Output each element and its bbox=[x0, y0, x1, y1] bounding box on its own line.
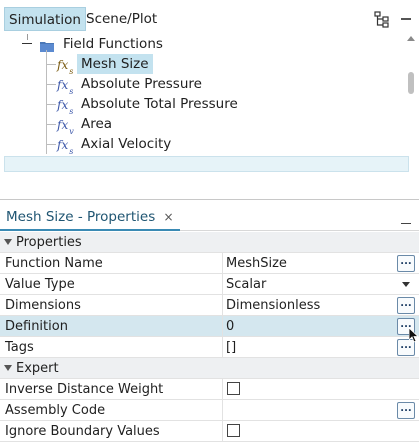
property-row-definition[interactable]: Definition 0 ... bbox=[0, 316, 419, 337]
tree-connector-icon bbox=[27, 34, 28, 40]
minimize-button[interactable] bbox=[398, 8, 414, 28]
tab-simulation[interactable]: Simulation bbox=[4, 7, 86, 31]
tree-scrollbar[interactable] bbox=[405, 34, 417, 156]
column-divider bbox=[222, 295, 223, 316]
column-divider bbox=[222, 316, 223, 337]
ellipsis-button[interactable]: ... bbox=[397, 402, 415, 419]
folder-label: Field Functions bbox=[63, 36, 163, 52]
tree-item-label: Absolute Total Pressure bbox=[81, 96, 238, 112]
column-divider bbox=[222, 379, 223, 400]
property-value[interactable]: 0 bbox=[226, 316, 234, 337]
tree-item-label: Axial Velocity bbox=[81, 136, 172, 152]
collapse-icon[interactable] bbox=[22, 43, 32, 44]
tree-item-label: Absolute Pressure bbox=[81, 76, 202, 92]
property-row-inverse-distance-weight[interactable]: Inverse Distance Weight bbox=[0, 379, 419, 400]
property-row-function-name[interactable]: Function Name MeshSize ... bbox=[0, 253, 419, 274]
property-value[interactable]: MeshSize bbox=[226, 253, 287, 274]
inverse-distance-weight-checkbox[interactable] bbox=[227, 382, 240, 395]
section-properties[interactable]: Properties bbox=[0, 232, 419, 253]
properties-tab-title: Mesh Size - Properties bbox=[6, 209, 156, 225]
property-name: Definition bbox=[5, 319, 68, 334]
column-divider bbox=[222, 421, 223, 442]
collapse-caret-icon[interactable] bbox=[4, 365, 12, 371]
ellipsis-button[interactable]: ... bbox=[397, 297, 415, 314]
simulation-panel: Simulation Scene/Plot Field Functions fx… bbox=[0, 0, 419, 200]
chevron-down-icon[interactable] bbox=[402, 282, 410, 287]
property-row-tags[interactable]: Tags [] ... bbox=[0, 337, 419, 358]
tree-branch-line bbox=[46, 84, 56, 85]
field-function-scalar-icon: fxs bbox=[57, 138, 74, 154]
properties-header: Mesh Size - Properties × bbox=[0, 205, 419, 231]
ignore-boundary-values-checkbox[interactable] bbox=[227, 424, 240, 437]
tree-item-label: Area bbox=[81, 116, 113, 132]
tree-item-area[interactable]: fxv Area bbox=[0, 114, 400, 136]
property-value-select[interactable]: Scalar bbox=[226, 274, 266, 295]
close-icon[interactable]: × bbox=[164, 210, 174, 224]
tree-item-mesh-size[interactable]: fxs Mesh Size bbox=[0, 54, 400, 76]
tab-scene-plot[interactable]: Scene/Plot bbox=[82, 7, 161, 31]
property-row-assembly-code[interactable]: Assembly Code ... bbox=[0, 400, 419, 421]
property-name: Tags bbox=[5, 340, 34, 355]
tree-view-icon[interactable] bbox=[373, 10, 391, 28]
simulation-tree: Field Functions fxs Mesh Size fxs Absolu… bbox=[0, 34, 405, 154]
column-divider bbox=[222, 274, 223, 295]
section-title: Expert bbox=[16, 361, 59, 376]
tree-folder-field-functions[interactable]: Field Functions bbox=[0, 34, 400, 54]
section-header: Expert bbox=[4, 358, 59, 379]
tree-branch-line bbox=[46, 144, 56, 145]
tree-item-label: Mesh Size bbox=[77, 54, 153, 74]
properties-minimize-button[interactable] bbox=[398, 213, 414, 229]
tab-mesh-size-properties[interactable]: Mesh Size - Properties × bbox=[0, 205, 180, 231]
property-name: Value Type bbox=[5, 277, 75, 292]
property-name: Assembly Code bbox=[5, 403, 106, 418]
collapse-caret-icon[interactable] bbox=[4, 239, 12, 245]
panel-tabs: Simulation Scene/Plot bbox=[0, 0, 419, 36]
section-expert[interactable]: Expert bbox=[0, 358, 419, 379]
property-name: Function Name bbox=[5, 256, 103, 271]
property-row-value-type[interactable]: Value Type Scalar bbox=[0, 274, 419, 295]
ellipsis-button[interactable]: ... bbox=[397, 255, 415, 272]
tree-item-absolute-pressure[interactable]: fxs Absolute Pressure bbox=[0, 74, 400, 96]
column-divider bbox=[222, 253, 223, 274]
mouse-cursor-icon bbox=[408, 327, 419, 348]
column-divider bbox=[222, 400, 223, 421]
property-row-ignore-boundary-values[interactable]: Ignore Boundary Values bbox=[0, 421, 419, 442]
property-name: Dimensions bbox=[5, 298, 81, 313]
property-name: Ignore Boundary Values bbox=[5, 424, 160, 439]
property-row-dimensions[interactable]: Dimensions Dimensionless ... bbox=[0, 295, 419, 316]
section-title: Properties bbox=[16, 235, 82, 250]
property-name: Inverse Distance Weight bbox=[5, 382, 164, 397]
section-header: Properties bbox=[4, 232, 82, 253]
tree-branch-line bbox=[46, 124, 56, 125]
tree-branch-line bbox=[46, 64, 56, 65]
scroll-up-arrow-icon[interactable] bbox=[407, 36, 415, 41]
property-value[interactable]: Dimensionless bbox=[226, 295, 320, 316]
property-grid: Properties Function Name MeshSize ... Va… bbox=[0, 232, 419, 442]
tree-filter-field[interactable] bbox=[4, 156, 409, 172]
property-value[interactable]: [] bbox=[226, 337, 236, 358]
tree-item-absolute-total-pressure[interactable]: fxs Absolute Total Pressure bbox=[0, 94, 400, 116]
scroll-thumb[interactable] bbox=[408, 72, 414, 94]
tree-branch-line bbox=[46, 104, 56, 105]
column-divider bbox=[222, 337, 223, 358]
tree-item-axial-velocity[interactable]: fxs Axial Velocity bbox=[0, 134, 400, 154]
